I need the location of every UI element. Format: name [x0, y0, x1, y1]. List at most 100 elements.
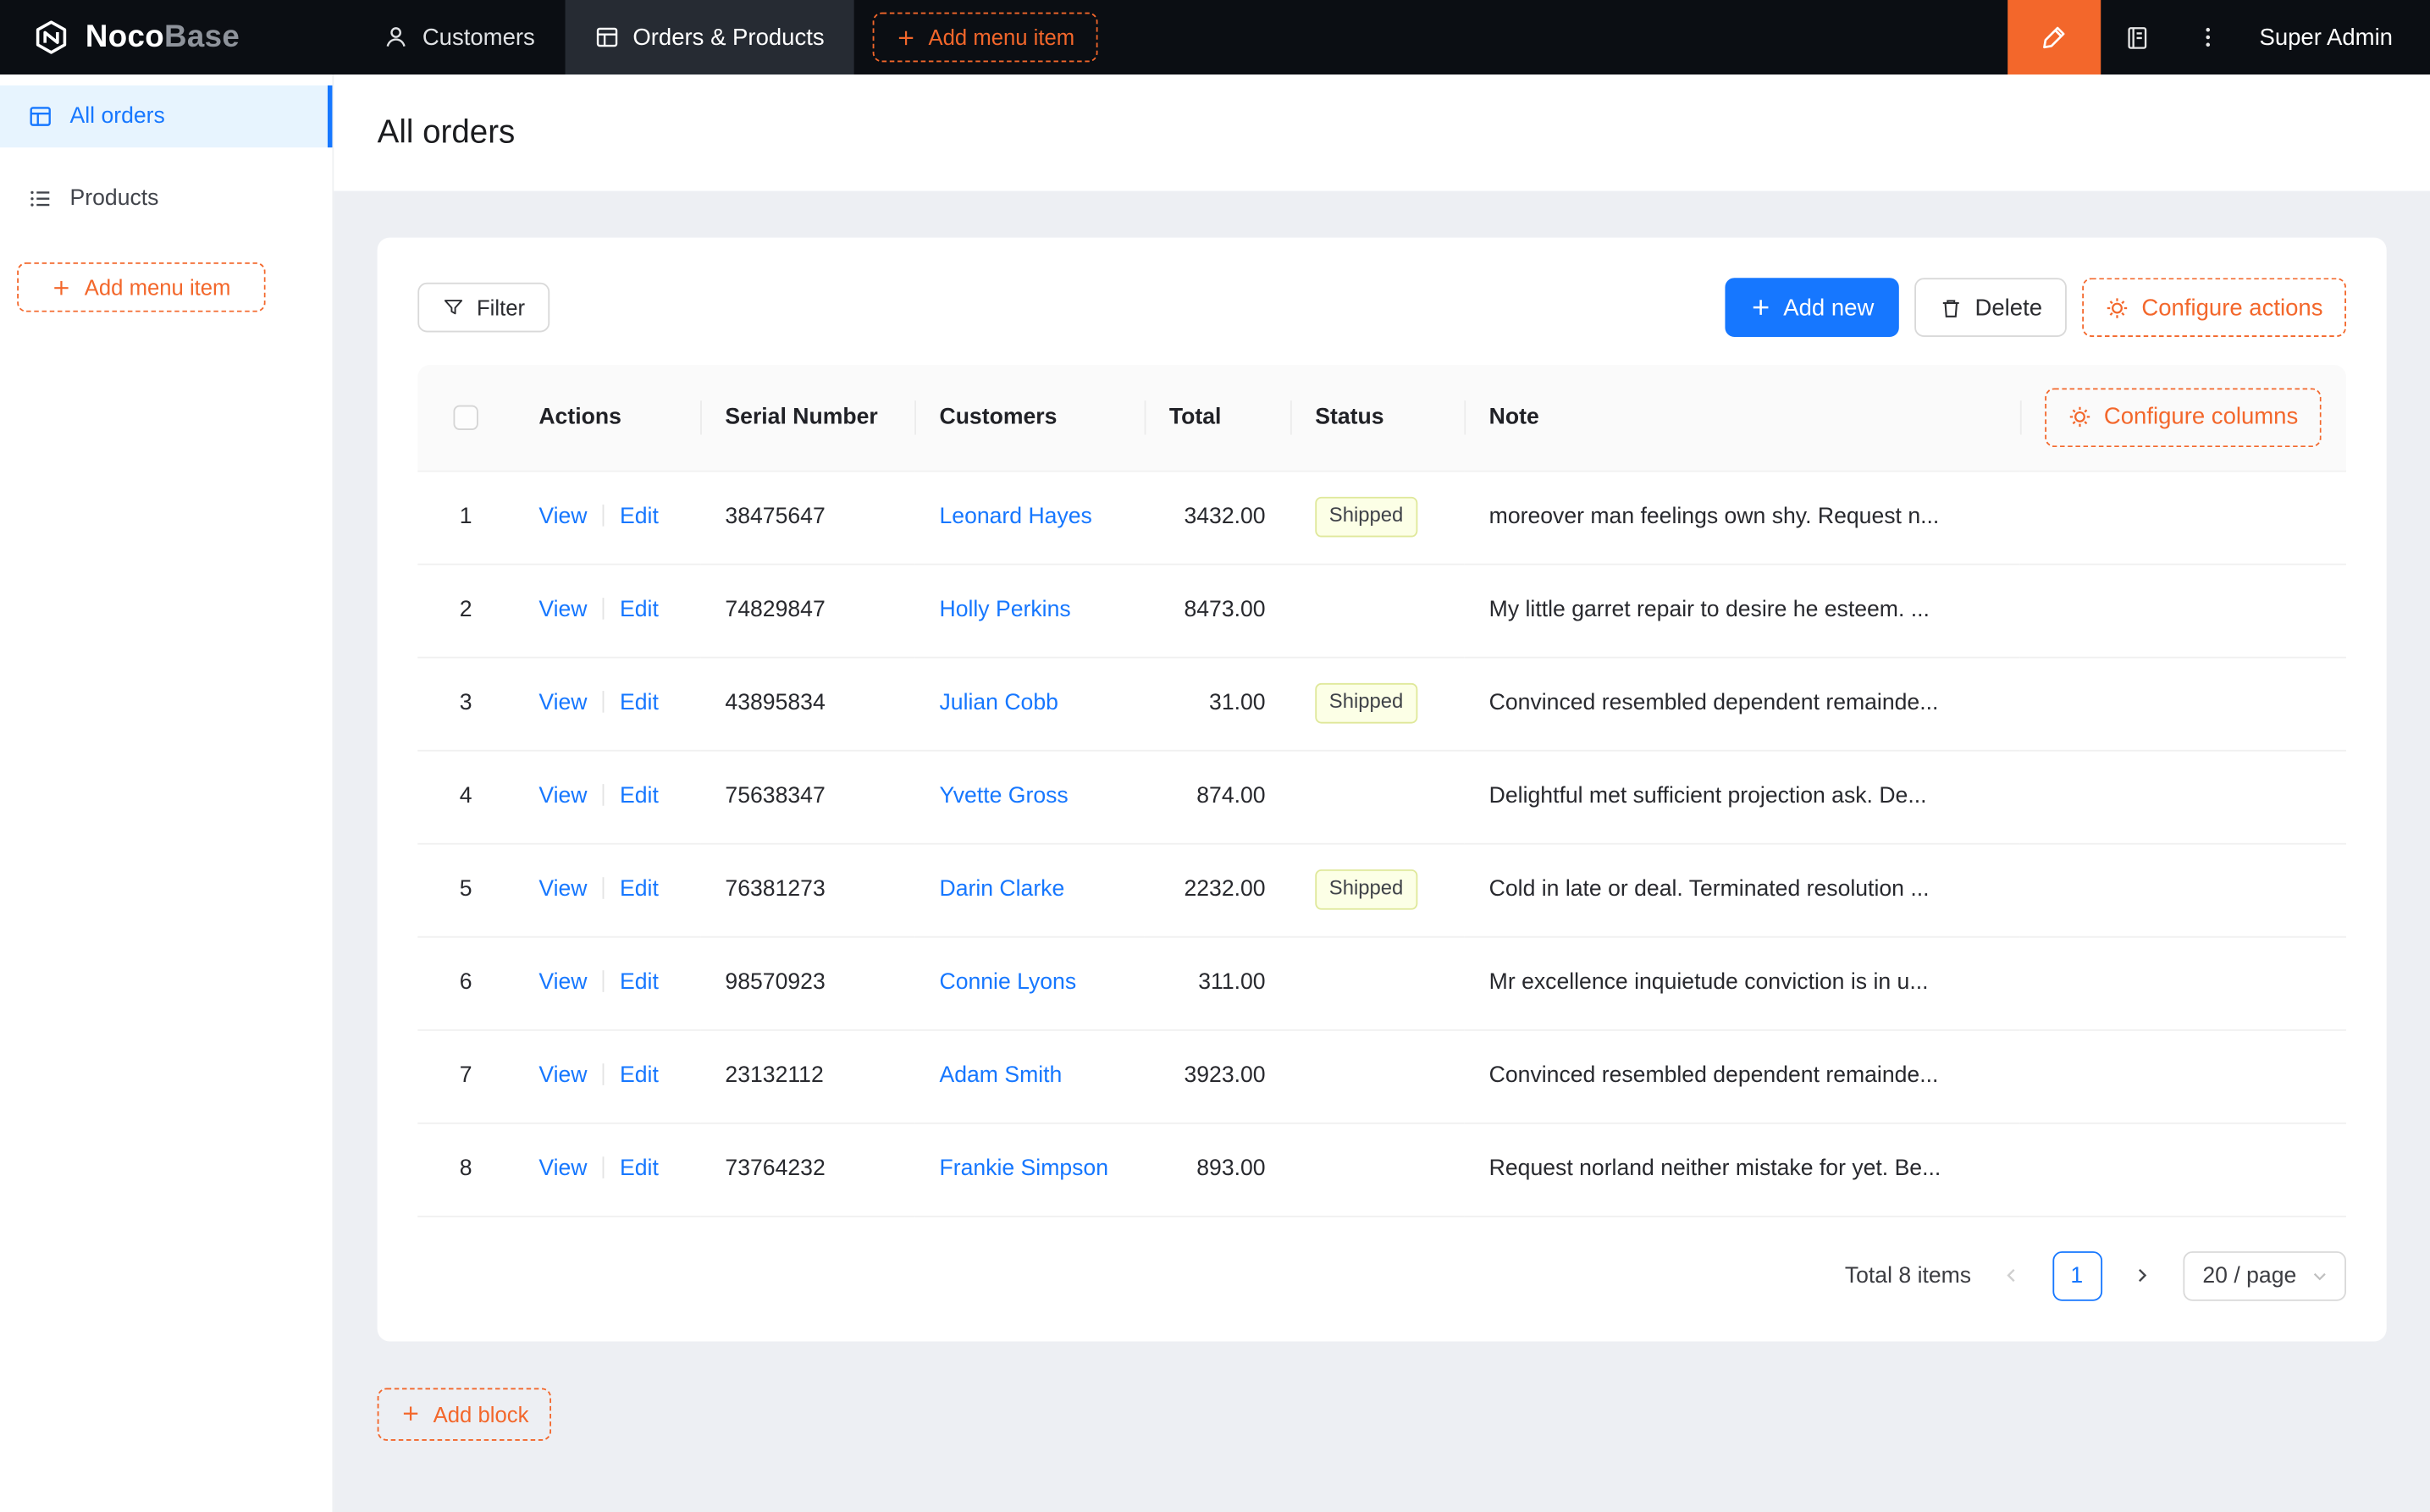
spacer-cell — [2019, 1029, 2346, 1123]
status-cell: Shipped — [1290, 842, 1465, 937]
user-name[interactable]: Super Admin — [2259, 24, 2393, 50]
table-row: 5 View Edit 76381273 Darin Clarke 2232.00 — [417, 842, 2346, 937]
view-link[interactable]: View — [538, 970, 587, 995]
view-link[interactable]: View — [538, 505, 587, 529]
filter-funnel-icon — [443, 296, 465, 318]
plus-icon — [400, 1404, 421, 1424]
view-link[interactable]: View — [538, 877, 587, 902]
customer-link[interactable]: Darin Clarke — [939, 877, 1064, 902]
configure-actions-label: Configure actions — [2141, 294, 2323, 321]
total-cell: 31.00 — [1144, 656, 1290, 751]
sidebar-item-all-orders[interactable]: All orders — [0, 85, 333, 148]
nav-item-label: Orders & Products — [632, 24, 825, 51]
customer-cell: Connie Lyons — [914, 935, 1145, 1030]
sidebar-item-label: All orders — [69, 103, 165, 130]
top-navbar: NocoBase Customers Orders & Products Add… — [0, 0, 2430, 75]
page-size-value: 20 / page — [2202, 1262, 2297, 1289]
spacer-cell — [2019, 749, 2346, 844]
edit-link[interactable]: Edit — [620, 970, 659, 995]
spacer-cell — [2019, 842, 2346, 937]
table-row: 8 View Edit 73764232 Frankie Simpson 893.… — [417, 1122, 2346, 1217]
nav-item-customers[interactable]: Customers — [354, 0, 565, 74]
edit-link[interactable]: Edit — [620, 1063, 659, 1088]
total-cell: 8473.00 — [1144, 563, 1290, 658]
status-cell — [1290, 749, 1465, 844]
status-cell — [1290, 935, 1465, 1030]
add-menu-item-button-sidebar[interactable]: Add menu item — [17, 262, 266, 312]
add-menu-item-label: Add menu item — [84, 274, 231, 300]
view-link[interactable]: View — [538, 598, 587, 622]
customer-link[interactable]: Holly Perkins — [939, 598, 1070, 622]
status-badge: Shipped — [1315, 869, 1417, 909]
add-new-button[interactable]: Add new — [1724, 278, 1899, 337]
add-menu-item-button-top[interactable]: Add menu item — [872, 12, 1098, 63]
column-header-serial-number: Serial Number — [700, 364, 915, 472]
api-doc-button[interactable] — [2101, 0, 2172, 74]
add-block-button[interactable]: Add block — [377, 1387, 552, 1440]
customer-link[interactable]: Adam Smith — [939, 1063, 1062, 1088]
table-header-row: Actions Serial Number Customers Total St… — [417, 364, 2346, 472]
gear-icon — [2068, 406, 2092, 429]
row-actions: View Edit — [514, 1122, 701, 1217]
delete-button[interactable]: Delete — [1914, 278, 2068, 337]
view-link[interactable]: View — [538, 1063, 587, 1088]
page-size-select[interactable]: 20 / page — [2182, 1250, 2346, 1300]
spacer-cell — [2019, 470, 2346, 565]
edit-link[interactable]: Edit — [620, 691, 659, 715]
gear-icon — [2106, 295, 2129, 319]
serial-number-cell: 23132112 — [700, 1029, 915, 1123]
row-actions: View Edit — [514, 563, 701, 658]
note-cell: Delightful met sufficient projection ask… — [1464, 749, 2020, 844]
status-cell — [1290, 563, 1465, 658]
serial-number-cell: 38475647 — [700, 470, 915, 565]
sidebar-item-label: Products — [69, 186, 159, 212]
status-badge: Shipped — [1315, 683, 1417, 723]
row-actions: View Edit — [514, 470, 701, 565]
kebab-icon — [2195, 25, 2220, 49]
spacer-cell — [2019, 656, 2346, 751]
edit-link[interactable]: Edit — [620, 1156, 659, 1181]
customer-link[interactable]: Frankie Simpson — [939, 1156, 1108, 1181]
customer-link[interactable]: Leonard Hayes — [939, 505, 1091, 529]
chevron-down-icon — [2311, 1266, 2329, 1285]
customer-cell: Yvette Gross — [914, 749, 1145, 844]
nav-item-orders-products[interactable]: Orders & Products — [564, 0, 854, 75]
edit-link[interactable]: Edit — [620, 877, 659, 902]
total-cell: 311.00 — [1144, 935, 1290, 1030]
configure-columns-button[interactable]: Configure columns — [2045, 388, 2322, 447]
customer-link[interactable]: Yvette Gross — [939, 784, 1068, 808]
customer-cell: Darin Clarke — [914, 842, 1145, 937]
customer-link[interactable]: Connie Lyons — [939, 970, 1076, 995]
page-1-button[interactable]: 1 — [2052, 1250, 2102, 1300]
ui-editor-button[interactable] — [2008, 0, 2101, 75]
view-link[interactable]: View — [538, 784, 587, 808]
row-index: 2 — [417, 563, 515, 658]
total-cell: 874.00 — [1144, 749, 1290, 844]
sidebar-item-products[interactable]: Products — [0, 168, 332, 229]
customers-icon — [384, 25, 408, 49]
customer-link[interactable]: Julian Cobb — [939, 691, 1058, 715]
customer-cell: Holly Perkins — [914, 563, 1145, 658]
link-divider — [602, 598, 605, 620]
spacer-cell — [2019, 563, 2346, 658]
trash-icon — [1939, 295, 1963, 319]
more-menu-button[interactable] — [2173, 0, 2244, 74]
app: NocoBase Customers Orders & Products Add… — [0, 0, 2430, 1512]
view-link[interactable]: View — [538, 691, 587, 715]
prev-page-button[interactable] — [1986, 1250, 2036, 1300]
status-cell — [1290, 1029, 1465, 1123]
edit-link[interactable]: Edit — [620, 784, 659, 808]
filter-button[interactable]: Filter — [417, 282, 550, 333]
next-page-button[interactable] — [2118, 1250, 2168, 1300]
row-index: 1 — [417, 470, 515, 565]
link-divider — [602, 1063, 605, 1085]
view-link[interactable]: View — [538, 1156, 587, 1181]
logo[interactable]: NocoBase — [0, 17, 354, 58]
edit-link[interactable]: Edit — [620, 598, 659, 622]
table-row: 4 View Edit 75638347 Yvette Gross 874.00 — [417, 749, 2346, 844]
select-all-checkbox[interactable] — [453, 405, 478, 430]
edit-link[interactable]: Edit — [620, 505, 659, 529]
filter-label: Filter — [476, 295, 526, 320]
configure-actions-button[interactable]: Configure actions — [2082, 278, 2346, 337]
row-index: 8 — [417, 1122, 515, 1217]
